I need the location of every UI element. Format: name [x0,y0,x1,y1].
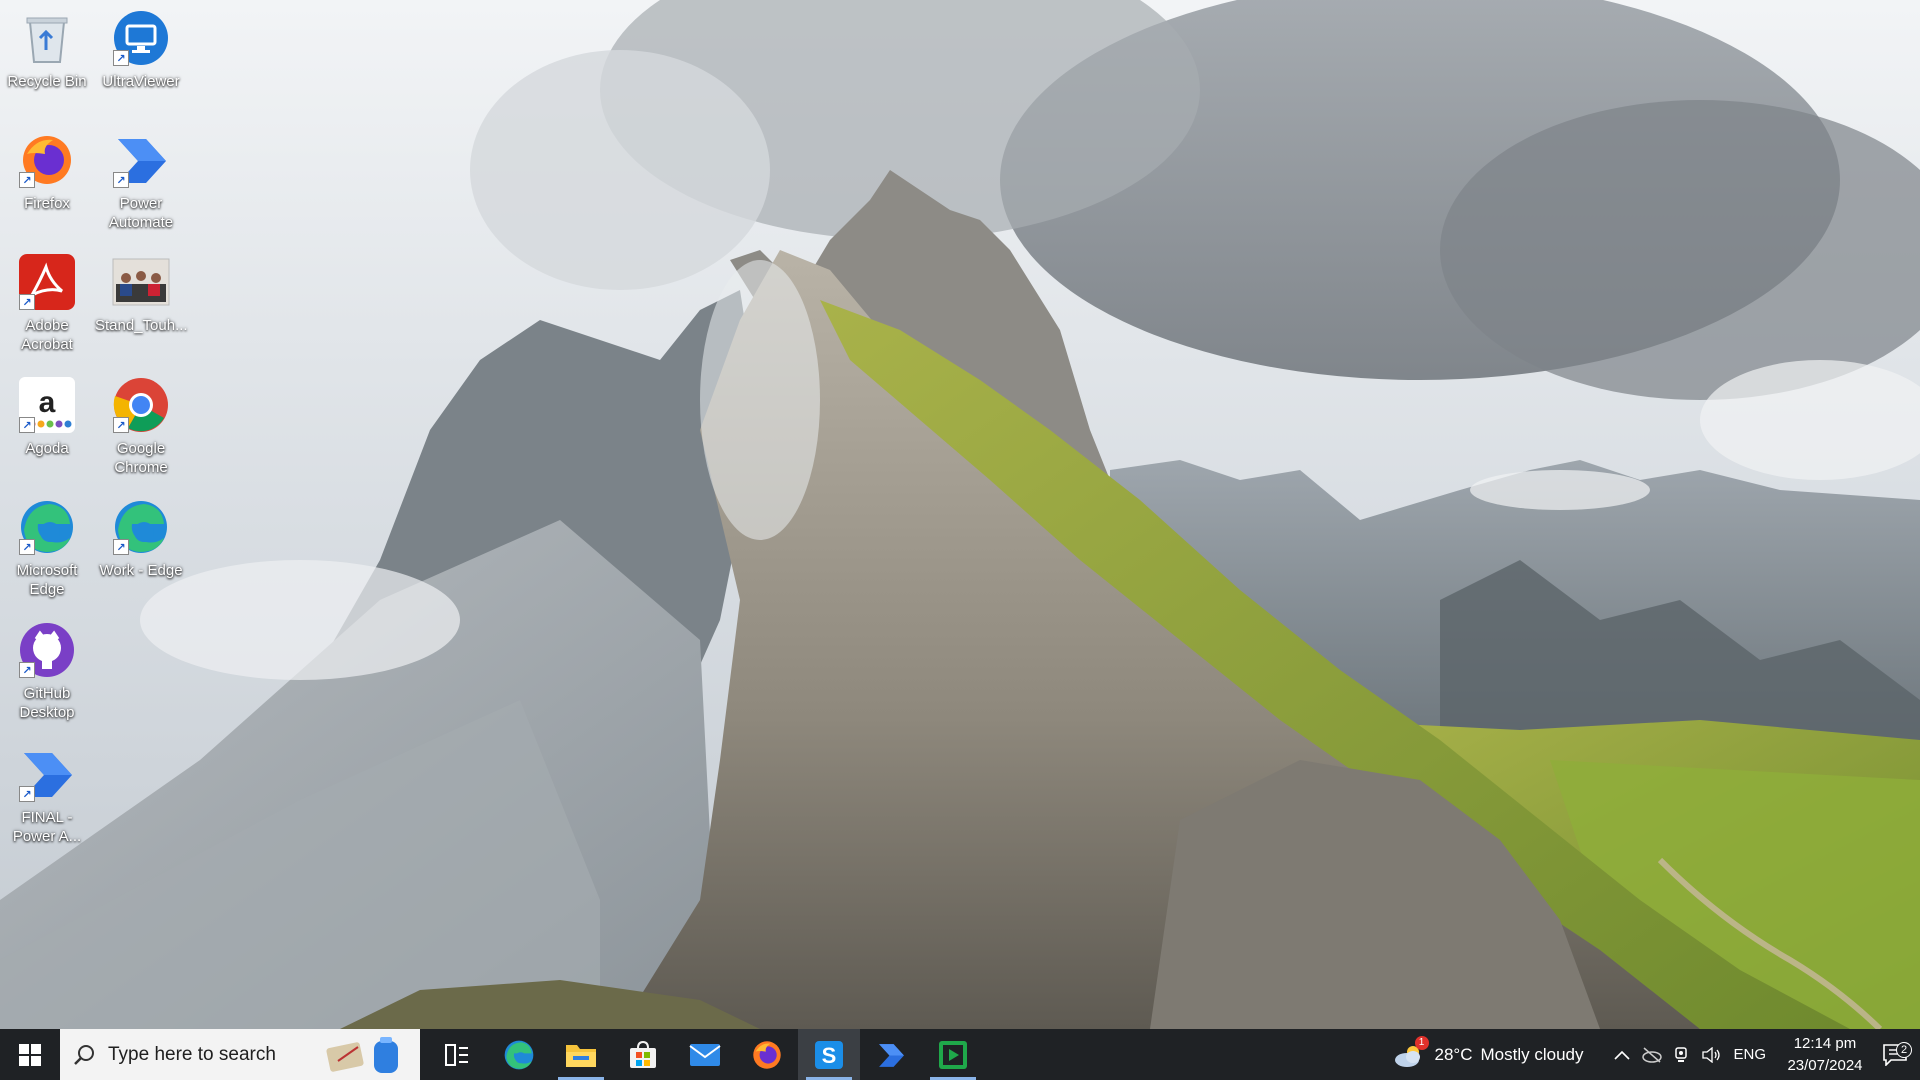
desktop-icon-github-desktop[interactable]: ↗ GitHub Desktop [2,620,92,722]
desktop-icon-label: Stand_Touh... [95,317,188,334]
edge-icon [504,1040,534,1069]
search-icon [60,1044,108,1066]
shortcut-arrow-icon: ↗ [19,539,35,555]
weather-alert-badge: 1 [1414,1035,1429,1050]
taskbar-search-box[interactable]: Type here to search [60,1029,420,1080]
desktop-icon-label: GitHub Desktop [19,685,75,721]
power-automate-icon [879,1043,904,1067]
taskbar-microsoft-store[interactable] [612,1029,674,1080]
cloudy-weather-icon: 1 [1393,1035,1429,1068]
search-highlight-illustration-icon [318,1035,412,1075]
edge-icon: ↗ [111,497,171,557]
desktop-icon-label: Adobe Acrobat [21,317,73,353]
taskbar-task-view[interactable] [426,1029,488,1080]
volume-icon[interactable] [1697,1046,1727,1063]
desktop-icon-label: Firefox [24,195,70,212]
svg-text:a: a [39,386,56,419]
agoda-icon: a ↗ [17,375,77,435]
edge-icon: ↗ [17,497,77,557]
taskbar-firefox[interactable] [736,1029,798,1080]
desktop-icon-label: Power Automate [108,195,174,231]
shortcut-arrow-icon: ↗ [19,417,35,433]
desktop-icon-stand-touh[interactable]: Stand_Touh... [95,252,188,335]
desktop-icon-agoda[interactable]: a ↗ Agoda [2,375,92,458]
show-hidden-icons-chevron-icon[interactable] [1607,1050,1637,1060]
shortcut-arrow-icon: ↗ [113,172,129,188]
desktop-icon-microsoft-edge[interactable]: ↗ Microsoft Edge [2,497,92,599]
search-placeholder: Type here to search [108,1043,276,1065]
notification-count-badge: 2 [1896,1041,1912,1058]
shortcut-arrow-icon: ↗ [19,294,35,310]
language-indicator[interactable]: ENG [1733,1046,1766,1063]
weather-description: Mostly cloudy [1480,1044,1584,1064]
shortcut-arrow-icon: ↗ [19,172,35,188]
image-file-icon [111,252,171,312]
clock-time: 12:14 pm [1793,1034,1857,1052]
taskbar-file-explorer[interactable] [550,1029,612,1080]
shortcut-arrow-icon: ↗ [113,417,129,433]
clock-date: 23/07/2024 [1787,1056,1863,1074]
desktop-icon-power-automate[interactable]: ↗ Power Automate [96,130,186,232]
adobe-acrobat-icon: ↗ [17,252,77,312]
notification-center-button[interactable]: 2 [1870,1041,1920,1066]
store-icon [630,1040,656,1068]
start-button[interactable] [0,1029,60,1080]
power-automate-icon: ↗ [111,130,171,190]
desktop-icon-label: FINAL - Power A... [12,809,82,845]
taskbar: Type here to search S 1 28°C Mostly clou… [0,1029,1920,1080]
firefox-icon: ↗ [17,130,77,190]
desktop-icon-work-edge[interactable]: ↗ Work - Edge [96,497,186,580]
desktop-icon-label: Recycle Bin [7,73,87,90]
system-tray: 1 28°C Mostly cloudy ENG 12:14 pm 23/07/… [1393,1029,1920,1080]
play-app-icon [939,1040,967,1069]
ultraviewer-icon: ↗ [111,8,171,68]
desktop-icon-firefox[interactable]: ↗ Firefox [2,130,92,213]
taskbar-microsoft-edge[interactable] [488,1029,550,1080]
desktop-icon-final-power-automate[interactable]: ↗ FINAL - Power A... [2,744,92,846]
desktop-icon-adobe-acrobat[interactable]: ↗ Adobe Acrobat [2,252,92,354]
power-automate-icon: ↗ [17,744,77,804]
desktop-icon-google-chrome[interactable]: ↗ Google Chrome [96,375,186,477]
desktop-icon-label: Agoda [25,440,69,457]
s-app-icon: S [815,1040,843,1069]
weather-temperature: 28°C [1434,1044,1473,1064]
chrome-icon: ↗ [111,375,171,435]
taskbar-s-app[interactable]: S [798,1029,860,1080]
shortcut-arrow-icon: ↗ [19,786,35,802]
desktop-icon-label: UltraViewer [102,73,180,90]
desktop-icon-recycle-bin[interactable]: Recycle Bin [2,8,92,91]
desktop-wallpaper [0,0,1920,1029]
desktop-icon-label: Google Chrome [114,440,168,476]
task-view-icon [445,1043,468,1066]
taskbar-play-app[interactable] [922,1029,984,1080]
taskbar-mail[interactable] [674,1029,736,1080]
desktop-icon-ultraviewer[interactable]: ↗ UltraViewer [96,8,186,91]
desktop-icon-label: Work - Edge [99,562,183,579]
shortcut-arrow-icon: ↗ [19,662,35,678]
svg-text:S: S [822,1043,837,1068]
taskbar-power-automate[interactable] [860,1029,922,1080]
windows-logo-icon [19,1043,41,1066]
desktop-icon-area: Recycle Bin ↗ Firefox ↗ Adobe Acrobat a … [0,0,200,1029]
camera-icon[interactable] [1667,1046,1697,1064]
weather-widget[interactable]: 1 28°C Mostly cloudy [1393,1035,1584,1068]
shortcut-arrow-icon: ↗ [113,50,129,66]
onedrive-offline-icon[interactable] [1637,1046,1667,1063]
recycle-bin-icon [17,8,77,68]
firefox-icon [753,1040,781,1069]
shortcut-arrow-icon: ↗ [113,539,129,555]
file-explorer-icon [566,1044,596,1067]
github-icon: ↗ [17,620,77,680]
mail-icon [689,1043,721,1066]
clock[interactable]: 12:14 pm 23/07/2024 [1780,1033,1870,1077]
desktop-icon-label: Microsoft Edge [16,562,78,598]
